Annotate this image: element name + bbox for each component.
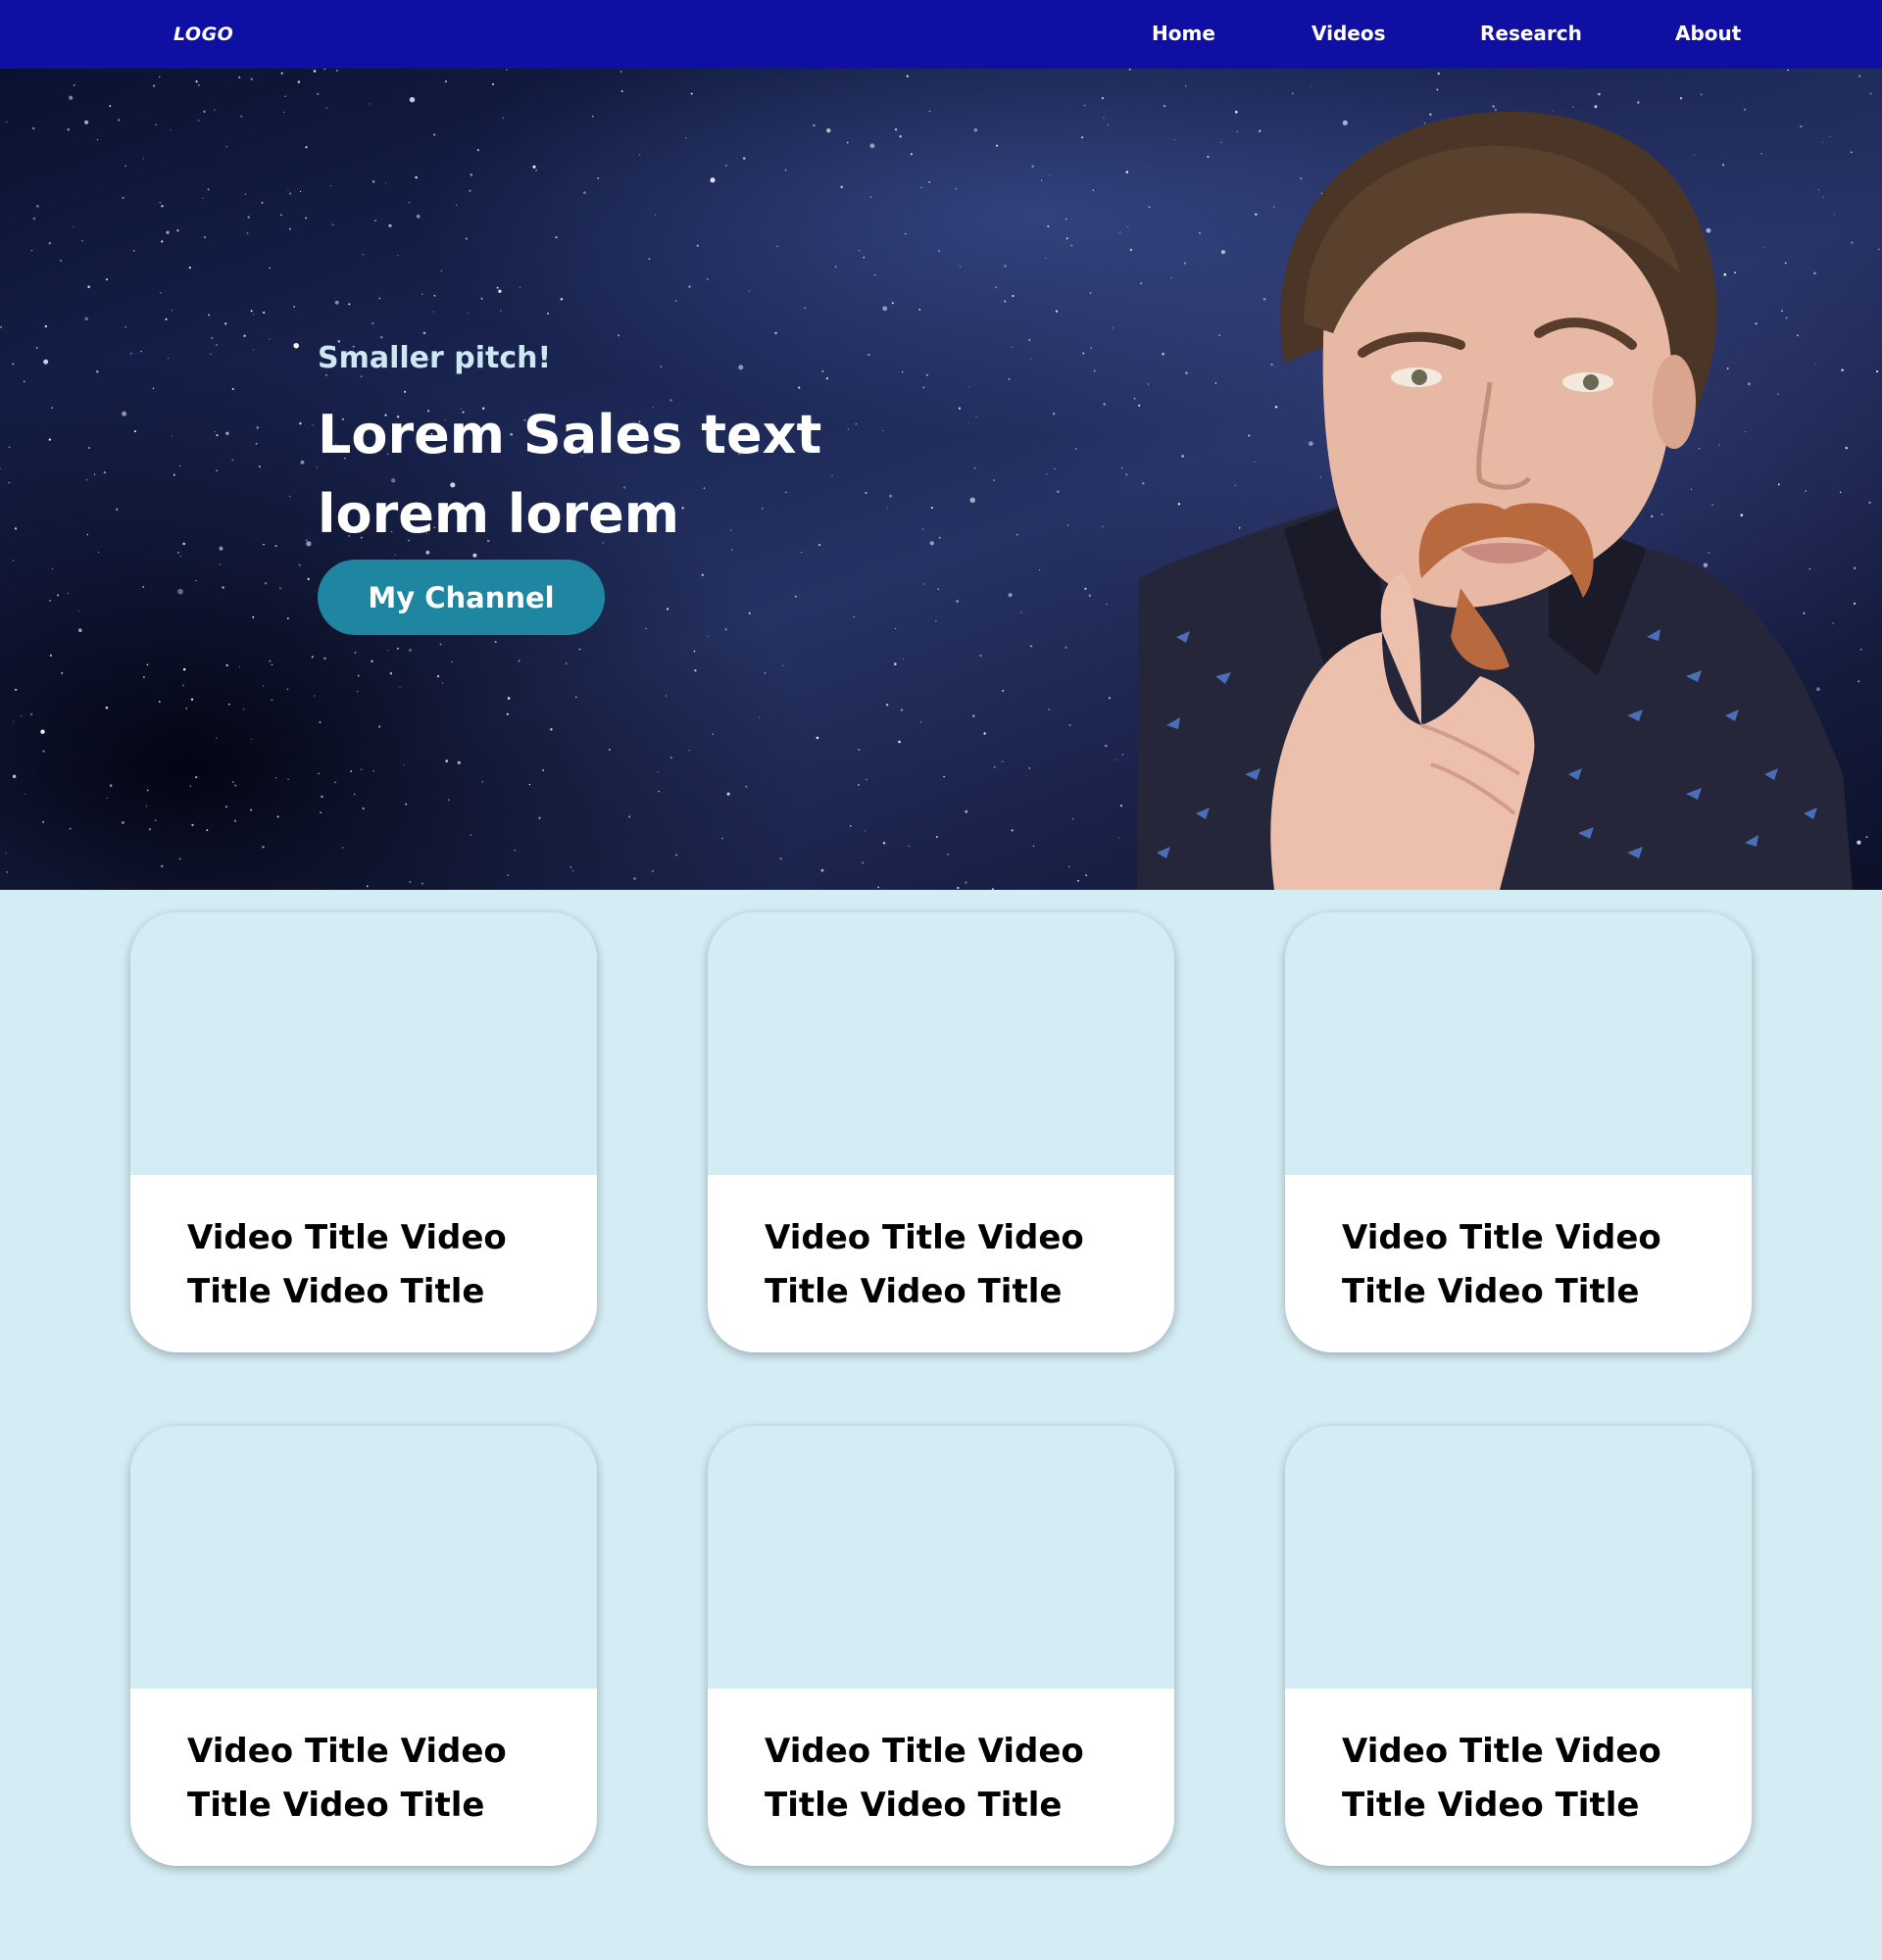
video-title[interactable]: Video Title Video Title Video Title — [1342, 1211, 1714, 1319]
video-card[interactable]: Video Title Video Title Video Title — [130, 1426, 597, 1866]
video-card[interactable]: Video Title Video Title Video Title — [708, 912, 1174, 1352]
video-thumbnail[interactable] — [130, 912, 597, 1175]
video-card[interactable]: Video Title Video Title Video Title — [1285, 912, 1752, 1352]
video-thumbnail[interactable] — [1285, 912, 1752, 1175]
video-card[interactable]: Video Title Video Title Video Title — [130, 912, 597, 1352]
video-card[interactable]: Video Title Video Title Video Title — [708, 1426, 1174, 1866]
nav-link-home[interactable]: Home — [1152, 22, 1215, 45]
video-title[interactable]: Video Title Video Title Video Title — [187, 1725, 560, 1833]
nav-link-research[interactable]: Research — [1480, 22, 1582, 45]
nav-link-videos[interactable]: Videos — [1312, 22, 1386, 45]
video-title[interactable]: Video Title Video Title Video Title — [765, 1211, 1137, 1319]
video-thumbnail[interactable] — [130, 1426, 597, 1689]
hero-subtitle: Smaller pitch! — [318, 341, 552, 375]
video-title[interactable]: Video Title Video Title Video Title — [1342, 1725, 1714, 1833]
video-card[interactable]: Video Title Video Title Video Title — [1285, 1426, 1752, 1866]
top-nav: LOGO Home Videos Research About — [0, 0, 1882, 69]
video-thumbnail[interactable] — [708, 912, 1174, 1175]
my-channel-button[interactable]: My Channel — [318, 560, 605, 635]
nav-link-about[interactable]: About — [1675, 22, 1741, 45]
logo[interactable]: LOGO — [173, 24, 233, 45]
video-title[interactable]: Video Title Video Title Video Title — [187, 1211, 560, 1319]
video-title[interactable]: Video Title Video Title Video Title — [765, 1725, 1137, 1833]
host-portrait-image — [1137, 111, 1853, 890]
hero-title: Lorem Sales text lorem lorem — [318, 404, 822, 545]
hero-banner: Smaller pitch! Lorem Sales text lorem lo… — [0, 69, 1882, 890]
video-thumbnail[interactable] — [708, 1426, 1174, 1689]
video-thumbnail[interactable] — [1285, 1426, 1752, 1689]
